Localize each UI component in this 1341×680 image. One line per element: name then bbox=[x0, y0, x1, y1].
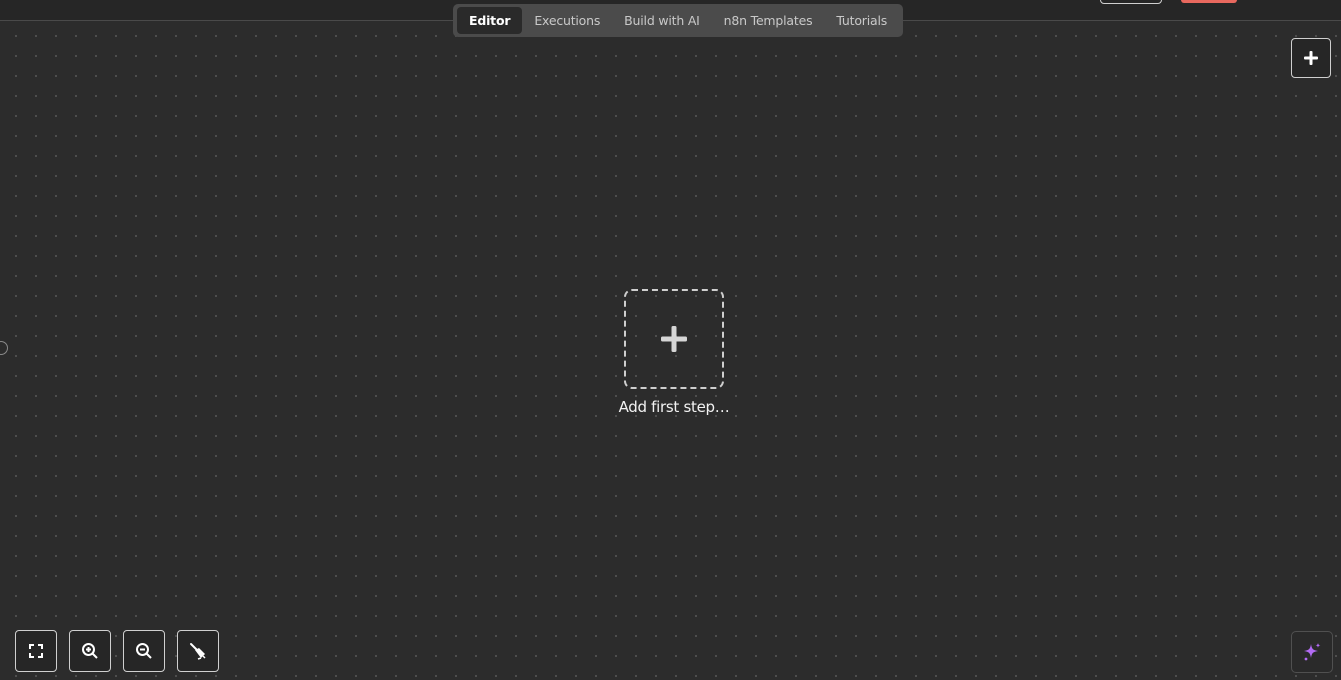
plus-icon bbox=[1303, 50, 1319, 66]
ai-assistant-button[interactable] bbox=[1291, 631, 1333, 673]
zoom-in-icon bbox=[81, 642, 99, 660]
sparkle-icon bbox=[1301, 641, 1323, 663]
add-first-step-button[interactable] bbox=[624, 289, 724, 389]
header-primary-button[interactable] bbox=[1181, 0, 1237, 3]
tab-executions[interactable]: Executions bbox=[522, 7, 612, 34]
tab-n8n-templates[interactable]: n8n Templates bbox=[712, 7, 825, 34]
tab-editor[interactable]: Editor bbox=[457, 7, 523, 34]
tidy-up-button[interactable] bbox=[177, 630, 219, 672]
zoom-out-icon bbox=[135, 642, 153, 660]
expand-icon bbox=[28, 643, 44, 659]
zoom-in-button[interactable] bbox=[69, 630, 111, 672]
plus-icon bbox=[660, 325, 688, 353]
zoom-out-button[interactable] bbox=[123, 630, 165, 672]
broom-icon bbox=[189, 642, 207, 660]
main-tabs: Editor Executions Build with AI n8n Temp… bbox=[453, 4, 904, 37]
zoom-to-fit-button[interactable] bbox=[15, 630, 57, 672]
open-nodes-panel-button[interactable] bbox=[1291, 38, 1331, 78]
add-first-step-label: Add first step… bbox=[618, 398, 730, 416]
tab-tutorials[interactable]: Tutorials bbox=[824, 7, 899, 34]
header-secondary-button[interactable] bbox=[1100, 0, 1162, 4]
tab-build-with-ai[interactable]: Build with AI bbox=[612, 7, 711, 34]
